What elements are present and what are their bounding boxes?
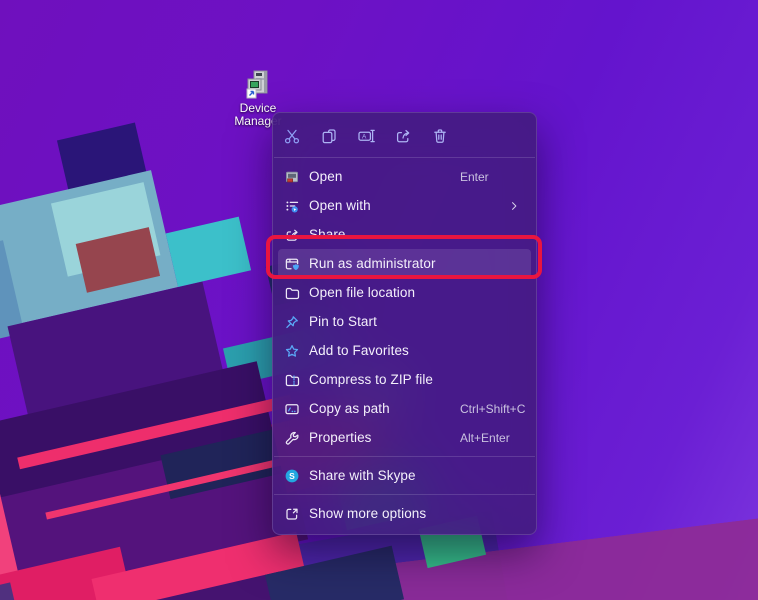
copy-icon[interactable] bbox=[310, 121, 347, 151]
wrench-icon bbox=[284, 430, 300, 446]
uac-shield-icon bbox=[284, 256, 300, 272]
menu-item-open-file-location[interactable]: Open file location bbox=[273, 278, 536, 307]
share-icon[interactable] bbox=[384, 121, 421, 151]
menu-item-label: Pin to Start bbox=[309, 314, 377, 329]
desktop: Device Manager A Ope bbox=[0, 0, 758, 600]
context-menu: A Open Enter Open with bbox=[272, 112, 537, 535]
rename-icon[interactable]: A bbox=[347, 121, 384, 151]
zip-folder-icon bbox=[284, 372, 300, 388]
menu-item-shortcut: Ctrl+Shift+C bbox=[460, 402, 525, 416]
menu-item-properties[interactable]: Properties Alt+Enter bbox=[273, 423, 536, 452]
menu-item-label: Show more options bbox=[309, 506, 426, 521]
folder-icon bbox=[284, 285, 300, 301]
skype-icon: S bbox=[284, 468, 300, 484]
menu-item-share[interactable]: Share bbox=[273, 220, 536, 249]
share-icon bbox=[284, 227, 300, 243]
menu-item-label: Copy as path bbox=[309, 401, 390, 416]
menu-item-add-to-favorites[interactable]: Add to Favorites bbox=[273, 336, 536, 365]
open-with-icon bbox=[284, 198, 300, 214]
menu-item-open-with[interactable]: Open with bbox=[273, 191, 536, 220]
menu-item-label: Run as administrator bbox=[309, 256, 436, 271]
wallpaper-shard bbox=[166, 217, 251, 287]
menu-item-pin-to-start[interactable]: Pin to Start bbox=[273, 307, 536, 336]
menu-divider bbox=[274, 494, 535, 495]
delete-icon[interactable] bbox=[421, 121, 458, 151]
menu-item-show-more-options[interactable]: Show more options bbox=[273, 499, 536, 528]
app-icon bbox=[284, 169, 300, 185]
menu-item-label: Add to Favorites bbox=[309, 343, 409, 358]
menu-item-label: Compress to ZIP file bbox=[309, 372, 433, 387]
svg-text:S: S bbox=[289, 471, 295, 481]
menu-divider bbox=[274, 157, 535, 158]
menu-item-label: Properties bbox=[309, 430, 372, 445]
expand-icon bbox=[284, 506, 300, 522]
pin-icon bbox=[284, 314, 300, 330]
menu-item-share-with-skype[interactable]: S Share with Skype bbox=[273, 461, 536, 490]
menu-item-label: Share with Skype bbox=[309, 468, 416, 483]
cut-icon[interactable] bbox=[273, 121, 310, 151]
context-menu-toolbar: A bbox=[273, 119, 536, 153]
menu-item-open[interactable]: Open Enter bbox=[273, 162, 536, 191]
menu-item-copy-as-path[interactable]: Copy as path Ctrl+Shift+C bbox=[273, 394, 536, 423]
chevron-right-icon bbox=[508, 200, 520, 212]
menu-divider bbox=[274, 456, 535, 457]
svg-text:A: A bbox=[362, 134, 367, 141]
menu-item-label: Open file location bbox=[309, 285, 415, 300]
star-icon bbox=[284, 343, 300, 359]
menu-item-compress-to-zip[interactable]: Compress to ZIP file bbox=[273, 365, 536, 394]
menu-item-run-as-administrator[interactable]: Run as administrator bbox=[278, 249, 531, 278]
menu-item-label: Open bbox=[309, 169, 342, 184]
device-manager-icon bbox=[241, 68, 275, 102]
path-icon bbox=[284, 401, 300, 417]
menu-item-shortcut: Enter bbox=[460, 170, 489, 184]
menu-item-label: Open with bbox=[309, 198, 371, 213]
menu-item-shortcut: Alt+Enter bbox=[460, 431, 510, 445]
menu-item-label: Share bbox=[309, 227, 346, 242]
